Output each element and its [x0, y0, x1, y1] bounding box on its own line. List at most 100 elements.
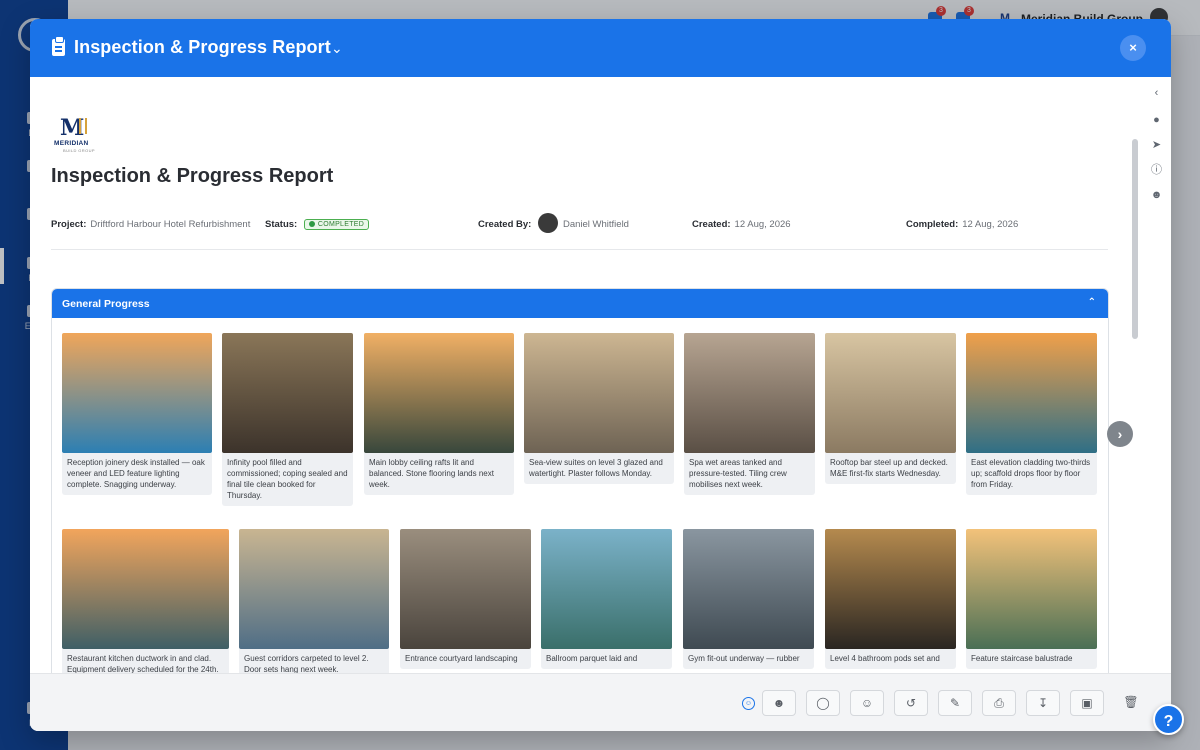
- photo-card[interactable]: East elevation cladding two-thirds up; s…: [966, 333, 1097, 495]
- meta-project: Project: Driftford Harbour Hotel Refurbis…: [51, 219, 250, 230]
- progress-photo[interactable]: [683, 529, 814, 649]
- photo-caption: Rooftop bar steel up and decked. M&E fir…: [825, 453, 956, 484]
- edit-button[interactable]: ✎: [938, 690, 972, 716]
- photo-caption: Infinity pool filled and commissioned; c…: [222, 453, 353, 506]
- user-plus-icon: ☺: [860, 696, 874, 710]
- help-button[interactable]: ?: [1153, 704, 1184, 735]
- photo-card[interactable]: Main lobby ceiling rafts lit and balance…: [364, 333, 514, 495]
- download-button[interactable]: ↧: [1026, 690, 1060, 716]
- creator-avatar: [537, 213, 558, 233]
- created-value: 12 Aug, 2026: [734, 219, 791, 230]
- send-icon[interactable]: ➤: [1150, 139, 1163, 152]
- clipboard-icon: [52, 36, 65, 56]
- progress-photo[interactable]: [62, 333, 212, 453]
- chevron-up-icon[interactable]: ⌃: [1088, 297, 1096, 308]
- group-icon[interactable]: ☻: [1150, 189, 1163, 202]
- photo-card[interactable]: Ballroom parquet laid and: [541, 529, 672, 669]
- photo-caption: Sea-view suites on level 3 glazed and wa…: [524, 453, 674, 484]
- progress-photo[interactable]: [684, 333, 815, 453]
- photo-card[interactable]: Gym fit-out underway — rubber: [683, 529, 814, 669]
- scrollbar-thumb[interactable]: [1132, 139, 1138, 339]
- section-header[interactable]: General Progress ⌃: [52, 289, 1108, 318]
- progress-photo[interactable]: [825, 529, 956, 649]
- logo-bars-icon: [79, 118, 87, 134]
- photo-card[interactable]: Infinity pool filled and commissioned; c…: [222, 333, 353, 506]
- right-rail: ‹ ● ➤ ⓘ ☻: [1142, 77, 1171, 673]
- progress-photo[interactable]: [966, 333, 1097, 453]
- photo-card[interactable]: Level 4 bathroom pods set and: [825, 529, 956, 669]
- logo-name: MERIDIAN: [54, 140, 89, 147]
- created-by-label: Created By:: [478, 219, 532, 230]
- photo-caption: Gym fit-out underway — rubber: [683, 649, 814, 669]
- progress-photo[interactable]: [524, 333, 674, 453]
- report-modal: Inspection & Progress Report ⌄ × M MERID…: [30, 19, 1171, 731]
- progress-photo[interactable]: [239, 529, 389, 649]
- history-icon: ↺: [905, 696, 917, 710]
- status-label: Status:: [265, 219, 298, 230]
- progress-photo[interactable]: [825, 333, 956, 453]
- next-arrow-button[interactable]: ›: [1107, 421, 1133, 447]
- photo-card[interactable]: Sea-view suites on level 3 glazed and wa…: [524, 333, 674, 484]
- add-user-button[interactable]: ☺: [850, 690, 884, 716]
- print-button[interactable]: ⎙: [982, 690, 1016, 716]
- report-content: M MERIDIAN BUILD GROUP Inspection & Prog…: [30, 77, 1142, 673]
- general-progress-section: General Progress ⌃ Reception joinery des…: [51, 288, 1109, 673]
- created-by-value: Daniel Whitfield: [562, 219, 629, 230]
- close-button[interactable]: ×: [1120, 35, 1146, 61]
- report-title: Inspection & Progress Report: [51, 165, 334, 187]
- archive-icon: ▣: [1081, 696, 1093, 710]
- share-users-button[interactable]: ☻: [762, 690, 796, 716]
- photo-caption: Feature staircase balustrade: [966, 649, 1097, 669]
- photo-card[interactable]: Reception joinery desk installed — oak v…: [62, 333, 212, 495]
- company-logo: M MERIDIAN BUILD GROUP: [54, 115, 98, 153]
- user-circle-icon[interactable]: ☺: [742, 697, 755, 710]
- completed-value: 12 Aug, 2026: [962, 219, 1019, 230]
- modal-header: Inspection & Progress Report ⌄ ×: [30, 19, 1171, 77]
- progress-photo[interactable]: [400, 529, 531, 649]
- photo-caption: Main lobby ceiling rafts lit and balance…: [364, 453, 514, 495]
- delete-button[interactable]: 🗑: [1114, 690, 1148, 716]
- photo-caption: Level 4 bathroom pods set and: [825, 649, 956, 669]
- archive-button[interactable]: ▣: [1070, 690, 1104, 716]
- photo-caption: Entrance courtyard landscaping: [400, 649, 531, 669]
- trash-icon: 🗑: [1123, 695, 1139, 709]
- photo-caption: Ballroom parquet laid and: [541, 649, 672, 669]
- photo-card[interactable]: Spa wet areas tanked and pressure-tested…: [684, 333, 815, 495]
- created-label: Created:: [692, 219, 731, 230]
- download-icon: ↧: [1037, 696, 1049, 710]
- check-circle-icon: [308, 221, 315, 227]
- comment-icon[interactable]: ●: [1150, 114, 1163, 127]
- project-value: Driftford Harbour Hotel Refurbishment: [90, 219, 251, 230]
- info-icon[interactable]: ⓘ: [1150, 164, 1163, 177]
- status-badge: COMPLETED: [303, 219, 370, 230]
- project-label: Project:: [51, 219, 87, 230]
- section-title: General Progress: [62, 298, 150, 310]
- chevron-down-icon[interactable]: ⌄: [331, 40, 343, 57]
- photo-card[interactable]: Restaurant kitchen ductwork in and clad.…: [62, 529, 229, 673]
- progress-photo[interactable]: [541, 529, 672, 649]
- progress-photo[interactable]: [222, 333, 353, 453]
- divider: [51, 249, 1108, 250]
- globe-icon: ◯: [816, 696, 830, 710]
- progress-photo[interactable]: [364, 333, 514, 453]
- photo-caption: Restaurant kitchen ductwork in and clad.…: [62, 649, 229, 673]
- meta-created-by: Created By: Daniel Whitfield: [478, 213, 629, 233]
- photo-caption: East elevation cladding two-thirds up; s…: [966, 453, 1097, 495]
- photo-card[interactable]: Feature staircase balustrade: [966, 529, 1097, 669]
- completed-label: Completed:: [906, 219, 959, 230]
- chevron-left-icon[interactable]: ‹: [1150, 87, 1163, 100]
- print-icon: ⎙: [994, 696, 1004, 710]
- progress-photo[interactable]: [966, 529, 1097, 649]
- meta-created: Created: 12 Aug, 2026: [692, 219, 791, 230]
- history-button[interactable]: ↺: [894, 690, 928, 716]
- edit-icon: ✎: [949, 696, 961, 710]
- photo-card[interactable]: Entrance courtyard landscaping: [400, 529, 531, 669]
- modal-title[interactable]: Inspection & Progress Report: [74, 37, 331, 58]
- photo-caption: Spa wet areas tanked and pressure-tested…: [684, 453, 815, 495]
- logo-sub: BUILD GROUP: [63, 148, 95, 153]
- photo-card[interactable]: Guest corridors carpeted to level 2. Doo…: [239, 529, 389, 673]
- progress-photo[interactable]: [62, 529, 229, 649]
- photo-card[interactable]: Rooftop bar steel up and decked. M&E fir…: [825, 333, 956, 484]
- publish-button[interactable]: ◯: [806, 690, 840, 716]
- modal-footer: ☺ ☻ ◯ ☺ ↺ ✎ ⎙ ↧ ▣ 🗑: [30, 673, 1171, 731]
